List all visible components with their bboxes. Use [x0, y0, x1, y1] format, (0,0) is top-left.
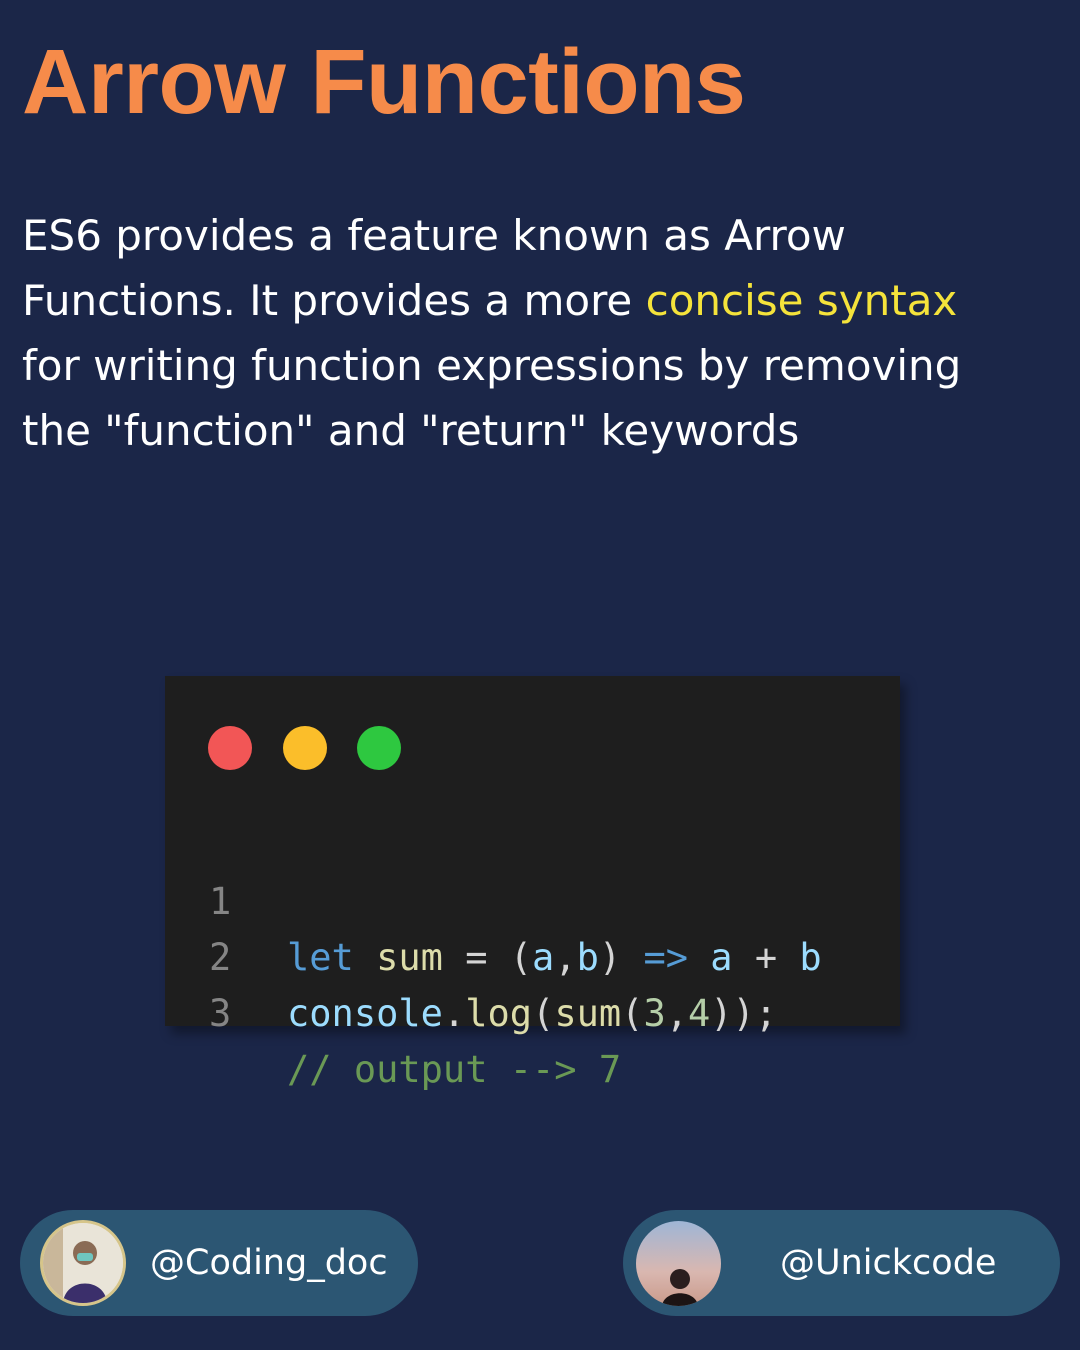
code-token: =	[442, 936, 510, 979]
code-token: (	[532, 992, 555, 1035]
code-token: 4	[688, 992, 711, 1035]
description-line-1: ES6 provides a feature known as Arrow	[22, 211, 846, 260]
highlight-concise-syntax: concise syntax	[645, 276, 958, 325]
description: ES6 provides a feature known as Arrow Fu…	[22, 203, 1062, 463]
line-number: 3	[209, 992, 232, 1035]
code-token: ,	[665, 992, 688, 1035]
code-window: 1 let sum = (a,b) => a + b 2 console.log…	[165, 676, 900, 1091]
person-avatar-icon	[43, 1223, 123, 1303]
person-avatar-icon	[636, 1221, 721, 1306]
author-badge-coding-doc[interactable]: @Coding_doc	[20, 1210, 418, 1316]
code-token: 7	[598, 1048, 622, 1091]
description-line-2-text: Functions. It provides a more	[22, 276, 646, 325]
code-token: sum	[554, 992, 622, 1035]
close-dot-icon	[208, 726, 252, 770]
code-token: (	[509, 936, 533, 979]
code-token: .	[442, 992, 466, 1035]
avatar	[40, 1220, 126, 1306]
code-token: b	[576, 936, 599, 979]
code-token: b	[799, 936, 822, 979]
code-token: 3	[643, 992, 666, 1035]
code-token: log	[465, 992, 533, 1035]
code-token: (	[621, 992, 644, 1035]
code-token: ));	[710, 992, 778, 1035]
code-text: console.log(sum(3,4));	[287, 986, 777, 1042]
code-text: // output --> 7	[287, 1042, 621, 1098]
minimize-dot-icon	[283, 726, 327, 770]
code-text: let sum = (a,b) => a + b	[287, 930, 822, 986]
description-line-3: for writing function expressions by remo…	[22, 341, 962, 390]
code-token: // output -->	[287, 1048, 599, 1091]
page-title: Arrow Functions	[22, 31, 746, 133]
description-line-2: Functions. It provides a more concise sy…	[22, 268, 1062, 333]
code-line-3: 3 // output --> 7	[165, 930, 621, 1154]
code-token: )	[598, 936, 622, 979]
description-line-4: the "function" and "return" keywords	[22, 406, 800, 455]
author-handle: @Coding_doc	[150, 1243, 388, 1283]
code-token: =>	[643, 936, 689, 979]
code-token: a	[710, 936, 733, 979]
avatar	[636, 1221, 721, 1306]
code-token: a	[532, 936, 555, 979]
code-token: console	[287, 992, 443, 1035]
code-token: let	[287, 936, 354, 979]
code-token: +	[732, 936, 800, 979]
author-badge-unickcode[interactable]: @Unickcode	[623, 1210, 1060, 1316]
maximize-dot-icon	[357, 726, 401, 770]
author-handle: @Unickcode	[780, 1243, 997, 1283]
code-token: ,	[554, 936, 577, 979]
code-token: sum	[376, 936, 443, 979]
